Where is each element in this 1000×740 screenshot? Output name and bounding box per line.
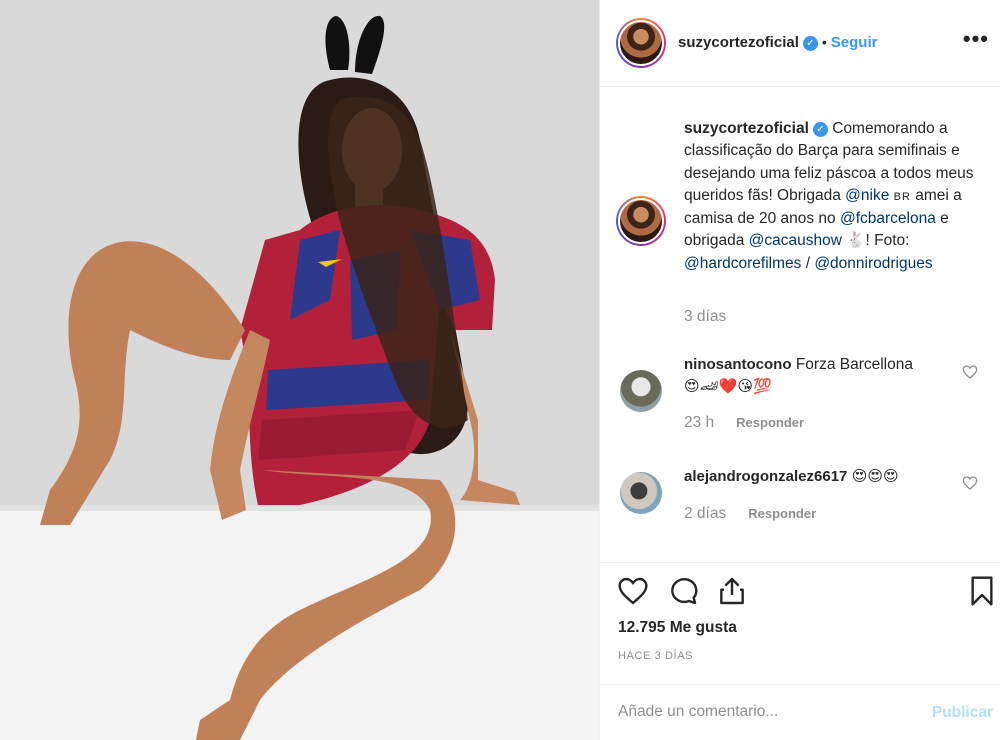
rabbit-emoji: 🐇 — [846, 232, 866, 250]
like-comment-heart-icon[interactable] — [962, 475, 978, 491]
save-bookmark-icon[interactable] — [968, 575, 996, 607]
post-header: suzycortezoficial ✓ • Seguir ••• — [600, 0, 1000, 87]
caption-username[interactable]: suzycortezoficial — [684, 120, 809, 137]
author-avatar[interactable] — [616, 18, 666, 68]
comment-avatar[interactable] — [620, 472, 662, 514]
comment-meta: 2 días Responder — [684, 505, 816, 523]
comment-username[interactable]: alejandrogonzalez6617 — [684, 468, 847, 485]
separator-dot: • — [821, 34, 827, 50]
comment-bubble-icon[interactable] — [666, 575, 700, 607]
comment-emojis: 😍🏎❤️😘💯 — [684, 378, 772, 395]
comment-input[interactable] — [618, 703, 908, 721]
likes-count[interactable]: 12.795 Me gusta — [618, 619, 737, 637]
header-line: suzycortezoficial ✓ • Seguir — [678, 34, 877, 52]
post-panel: suzycortezoficial ✓ • Seguir ••• suzycortez… — [599, 0, 1000, 740]
comment-avatar[interactable] — [620, 370, 662, 412]
mention-separator: / — [801, 254, 815, 272]
like-heart-icon[interactable] — [616, 575, 650, 607]
comment-time[interactable]: 23 h — [684, 414, 714, 431]
mention-fcbarcelona[interactable]: @fcbarcelona — [840, 210, 936, 227]
comment-item: alejandrogonzalez6617 😍😍😍 — [684, 466, 984, 488]
caption-avatar[interactable] — [616, 196, 666, 246]
comment-emojis: 😍😍😍 — [851, 468, 899, 485]
more-options-icon[interactable]: ••• — [963, 28, 989, 50]
post-photo[interactable] — [0, 0, 599, 740]
publish-button[interactable]: Publicar — [932, 704, 993, 722]
mention-cacaushow[interactable]: @cacaushow — [749, 232, 842, 249]
mention-donnirodrigues[interactable]: @donnirodrigues — [814, 255, 932, 272]
comment-username[interactable]: ninosantocono — [684, 356, 792, 373]
post-caption: suzycortezoficial ✓ Comemorando a classif… — [684, 118, 990, 275]
comment-meta: 23 h Responder — [684, 414, 804, 432]
comment-time[interactable]: 2 días — [684, 505, 726, 522]
caption-text-4: ! Foto: — [865, 232, 910, 250]
comment-text: Forza Barcellona — [795, 356, 913, 373]
follow-button[interactable]: Seguir — [831, 34, 878, 51]
br-tag: BR — [893, 190, 911, 203]
photo-illustration — [0, 0, 599, 740]
like-comment-heart-icon[interactable] — [962, 364, 978, 380]
reply-button[interactable]: Responder — [736, 415, 804, 430]
verified-badge-icon: ✓ — [812, 122, 828, 137]
verified-badge-icon: ✓ — [802, 36, 818, 51]
mention-nike[interactable]: @nike — [845, 187, 889, 204]
comment-item: ninosantocono Forza Barcellona 😍🏎❤️😘💯 — [684, 354, 984, 398]
reply-button[interactable]: Responder — [748, 506, 816, 521]
caption-time[interactable]: 3 días — [684, 308, 726, 326]
post-age[interactable]: HACE 3 DÍAS — [618, 650, 693, 662]
author-username[interactable]: suzycortezoficial — [678, 34, 799, 51]
mention-hardcorefilmes[interactable]: @hardcorefilmes — [684, 255, 801, 272]
comment-bar: Publicar — [600, 684, 1000, 740]
share-icon[interactable] — [716, 575, 748, 607]
